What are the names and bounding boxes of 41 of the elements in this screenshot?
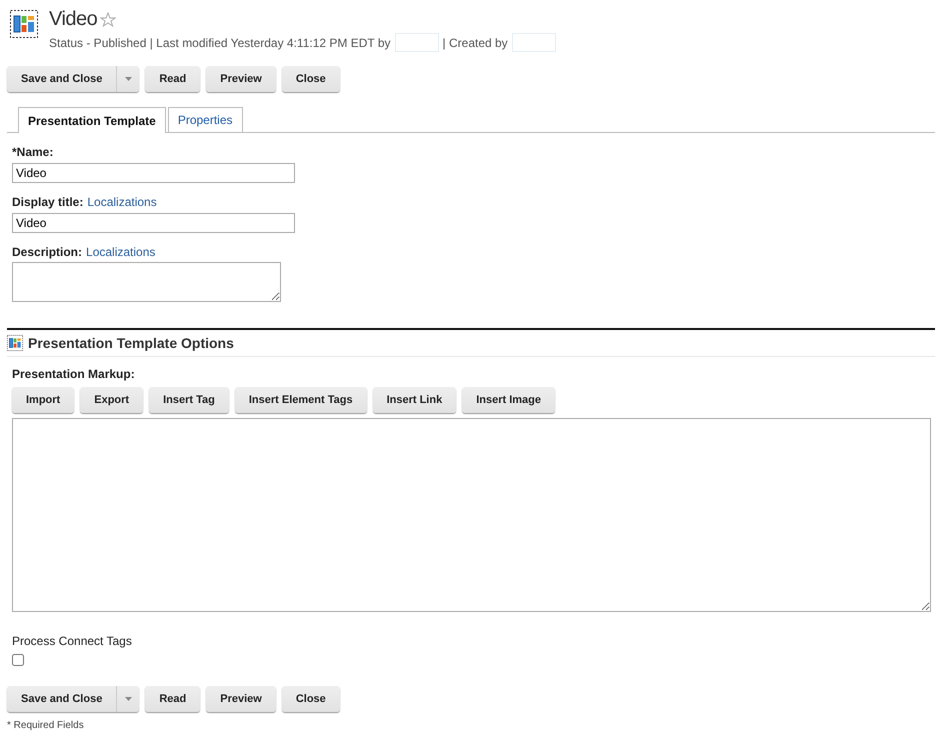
field-label: *Name: (12, 145, 54, 159)
required-note: * Required Fields (7, 720, 85, 731)
field-label: Display title: (12, 195, 84, 209)
markup-label: Presentation Markup: (12, 367, 135, 381)
text-field[interactable]: Video (12, 213, 295, 233)
created-text: | Created by (442, 36, 508, 50)
caret-icon (124, 77, 132, 81)
user-box (394, 33, 439, 52)
description-field[interactable] (12, 262, 281, 302)
toolbar-button[interactable]: Read (145, 66, 200, 92)
toolbar-button[interactable]: Close (282, 686, 340, 712)
localizations-link[interactable]: Localizations (87, 195, 157, 209)
markup-button[interactable]: Insert Link (372, 387, 456, 413)
caret-icon (124, 697, 132, 701)
page-title: Video (49, 8, 98, 31)
markup-button[interactable]: Import (12, 387, 74, 413)
tab[interactable]: Properties (168, 107, 243, 132)
tab[interactable]: Presentation Template (18, 107, 166, 133)
toolbar-button[interactable]: Close (282, 66, 340, 92)
user-box (512, 33, 556, 52)
toolbar-button[interactable]: Preview (206, 686, 276, 712)
text-field[interactable]: Video (12, 163, 295, 183)
section-title: Presentation Template Options (28, 335, 234, 351)
star-icon[interactable] (100, 12, 116, 28)
template-icon (7, 335, 23, 351)
markup-button[interactable]: Insert Tag (149, 387, 229, 413)
toolbar-button[interactable]: Read (145, 686, 200, 712)
save-and-close-button[interactable]: Save and Close (7, 66, 118, 92)
save-split-button[interactable]: Save and Close (7, 66, 140, 92)
localizations-link[interactable]: Localizations (86, 245, 156, 259)
markup-button[interactable]: Insert Element Tags (234, 387, 367, 413)
toolbar-button[interactable]: Preview (206, 66, 276, 92)
save-split-button[interactable]: Save and Close (7, 686, 140, 712)
process-tags-checkbox[interactable] (12, 654, 24, 666)
status-text: Status - Published | Last modified Yesterday 4:11:12 PM EDT by (49, 36, 391, 50)
markup-button[interactable]: Insert Image (462, 387, 555, 413)
save-and-close-button[interactable]: Save and Close (7, 686, 118, 712)
template-icon (10, 10, 38, 38)
markup-button[interactable]: Export (80, 387, 144, 413)
field-label: Description: (12, 245, 82, 259)
checkbox-label: Process Connect Tags (12, 634, 133, 648)
